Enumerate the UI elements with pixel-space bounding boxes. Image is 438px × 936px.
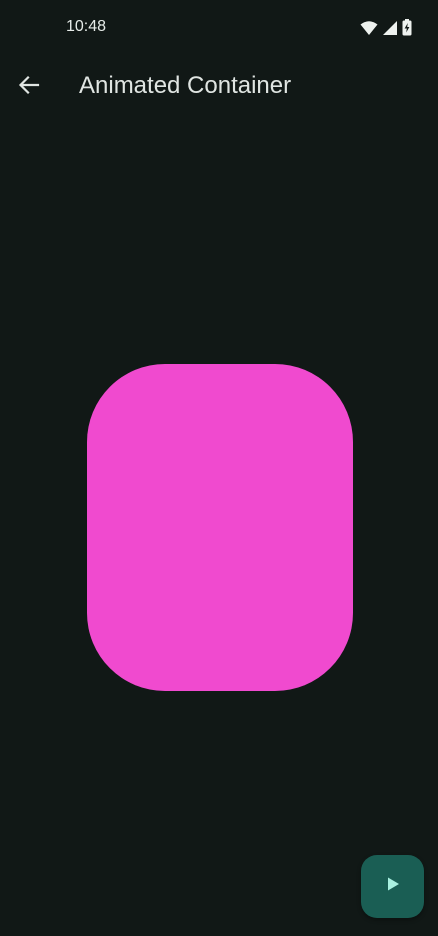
back-button[interactable]: [8, 64, 50, 110]
page-title: Animated Container: [79, 72, 292, 99]
arrow-back-icon: [18, 74, 40, 101]
battery-charging-icon: [402, 19, 412, 41]
status-time: 10:48: [66, 18, 107, 35]
play-button[interactable]: [361, 855, 424, 918]
status-bar: 10:48: [0, 0, 438, 56]
app-bar: Animated Container: [0, 56, 438, 120]
play-icon: [385, 876, 401, 897]
status-icons: [360, 19, 412, 41]
signal-icon: [382, 20, 398, 41]
animated-container: [87, 364, 353, 691]
wifi-icon: [360, 20, 378, 41]
